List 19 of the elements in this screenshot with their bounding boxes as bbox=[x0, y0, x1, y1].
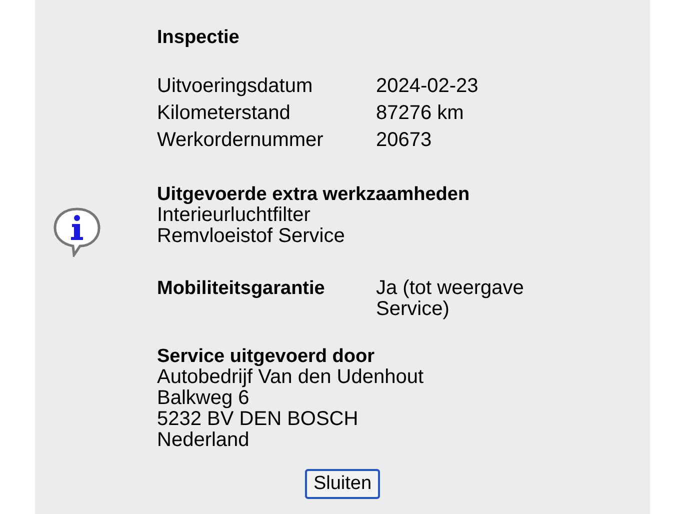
section-heading: Uitgevoerde extra werkzaamheden bbox=[157, 184, 470, 205]
address-line: 5232 BV DEN BOSCH bbox=[157, 409, 360, 430]
close-button[interactable]: Sluiten bbox=[305, 469, 380, 499]
address-line: Nederland bbox=[157, 430, 250, 451]
info-icon bbox=[52, 205, 102, 257]
field-value: Ja (tot weergave Service) bbox=[376, 278, 525, 320]
section-title: Inspectie bbox=[157, 27, 240, 49]
field-value: 87276 km bbox=[376, 101, 465, 126]
field-label: Uitvoeringsdatum bbox=[157, 74, 314, 99]
address-line: Balkweg 6 bbox=[157, 388, 250, 409]
field-label: Werkordernummer bbox=[157, 128, 324, 153]
field-label: Kilometerstand bbox=[157, 101, 292, 126]
field-label: Mobiliteitsgarantie bbox=[157, 278, 326, 301]
field-value: 2024-02-23 bbox=[376, 74, 478, 99]
section-heading: Service uitgevoerd door bbox=[157, 346, 376, 367]
field-value: 20673 bbox=[376, 128, 433, 153]
work-item: Interieurluchtfilter bbox=[157, 205, 312, 226]
address-line: Autobedrijf Van den Udenhout bbox=[157, 367, 424, 388]
work-item: Remvloeistof Service bbox=[157, 226, 346, 247]
